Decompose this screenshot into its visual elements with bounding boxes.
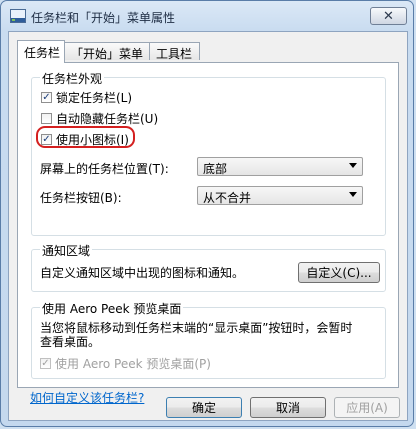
appearance-group-label: 任务栏外观 (40, 70, 105, 87)
tab-taskbar[interactable]: 任务栏 (17, 40, 65, 63)
aero-peek-group-label: 使用 Aero Peek 预览桌面 (40, 300, 184, 317)
notify-group-label: 通知区域 (40, 242, 93, 259)
close-button[interactable]: ✕ (370, 7, 407, 25)
title-bar: 任务栏和「开始」菜单属性 ✕ (1, 1, 413, 31)
help-link[interactable]: 如何自定义该任务栏? (30, 389, 144, 406)
apply-button[interactable]: 应用(A) (334, 397, 400, 418)
checkbox-icon[interactable] (41, 113, 52, 124)
tab-panel: 任务栏外观 ✓ 锁定任务栏(L) 自动隐藏任务栏(U) ✓ 使用小图标(I) 屏… (17, 62, 399, 405)
aero-peek-checkbox-label: 使用 Aero Peek 预览桌面(P) (55, 357, 211, 371)
close-icon: ✕ (383, 8, 394, 24)
cancel-button[interactable]: 取消 (250, 397, 326, 418)
aero-peek-desc-line2: 查看桌面。 (40, 335, 101, 349)
autohide-checkbox[interactable]: 自动隐藏任务栏(U) (41, 110, 158, 127)
taskbar-properties-icon (10, 9, 26, 23)
autohide-label: 自动隐藏任务栏(U) (56, 112, 159, 126)
aero-peek-checkbox[interactable]: ✓ 使用 Aero Peek 预览桌面(P) (40, 355, 211, 372)
small-icons-checkbox[interactable]: ✓ 使用小图标(I) (41, 131, 129, 148)
checkbox-icon[interactable]: ✓ (41, 134, 52, 145)
lock-taskbar-label: 锁定任务栏(L) (56, 91, 133, 105)
aero-peek-group: 使用 Aero Peek 预览桌面 当您将鼠标移动到任务栏末端的“显示桌面”按钮… (31, 300, 386, 379)
buttons-value: 从不合并 (203, 191, 252, 205)
window-title: 任务栏和「开始」菜单属性 (31, 11, 176, 25)
tab-toolbars[interactable]: 工具栏 (149, 42, 200, 61)
buttons-select[interactable]: 从不合并 (197, 186, 363, 205)
checkbox-icon[interactable]: ✓ (41, 92, 52, 103)
chevron-down-icon (349, 163, 357, 168)
lock-taskbar-checkbox[interactable]: ✓ 锁定任务栏(L) (41, 89, 132, 106)
position-label: 屏幕上的任务栏位置(T): (40, 162, 169, 176)
position-select[interactable]: 底部 (197, 157, 363, 176)
small-icons-label: 使用小图标(I) (56, 133, 129, 147)
dialog-client: 任务栏 「开始」菜单 工具栏 任务栏外观 ✓ 锁定任务栏(L) 自动隐藏任务栏(… (8, 31, 408, 421)
checkbox-icon[interactable]: ✓ (40, 358, 51, 369)
dialog-window: 任务栏和「开始」菜单属性 ✕ 任务栏 「开始」菜单 工具栏 任务栏外观 ✓ 锁定… (0, 0, 414, 427)
notify-group: 通知区域 自定义通知区域中出现的图标和通知。 自定义(C)... (31, 242, 386, 292)
tab-start-menu[interactable]: 「开始」菜单 (64, 42, 150, 61)
notify-text: 自定义通知区域中出现的图标和通知。 (40, 266, 245, 280)
customize-button[interactable]: 自定义(C)... (298, 262, 380, 283)
chevron-down-icon (349, 192, 357, 197)
appearance-group: 任务栏外观 ✓ 锁定任务栏(L) 自动隐藏任务栏(U) ✓ 使用小图标(I) 屏… (31, 70, 386, 236)
position-value: 底部 (203, 162, 228, 176)
ok-button[interactable]: 确定 (166, 397, 242, 418)
buttons-label: 任务栏按钮(B): (40, 191, 122, 205)
